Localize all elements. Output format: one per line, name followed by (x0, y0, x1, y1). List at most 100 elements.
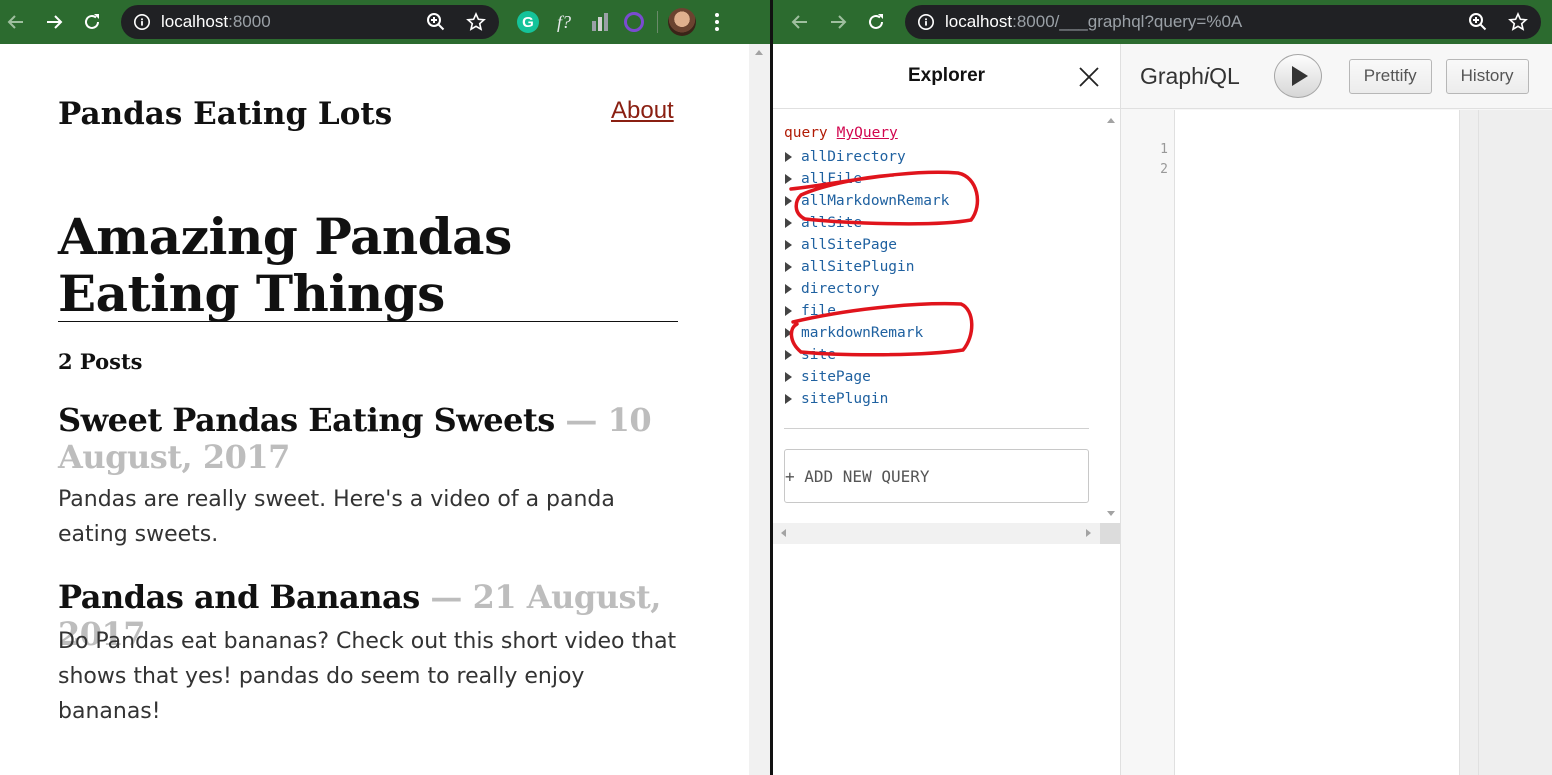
scroll-corner (1100, 523, 1120, 544)
about-link[interactable]: About (611, 97, 674, 125)
grammarly-extension-icon[interactable]: G (517, 11, 539, 33)
scroll-right-arrow-icon[interactable] (1086, 529, 1091, 537)
url-text: localhost:8000/___graphql?query=%0A (945, 12, 1243, 31)
explorer-field[interactable]: allDirectory (773, 146, 1103, 168)
explorer-scrollbar[interactable] (1103, 110, 1120, 524)
bars-extension-icon[interactable] (587, 9, 613, 35)
explorer-field-label[interactable]: allSitePlugin (801, 259, 915, 275)
info-icon (917, 13, 935, 31)
explorer-field-label[interactable]: allMarkdownRemark (801, 193, 949, 209)
post-title-text[interactable]: Sweet Pandas Eating Sweets (58, 401, 555, 439)
scroll-left-arrow-icon[interactable] (781, 529, 786, 537)
post-title[interactable]: Sweet Pandas Eating Sweets — 10 August, … (58, 402, 678, 476)
address-bar[interactable]: localhost:8000/___graphql?query=%0A (905, 5, 1541, 39)
expand-triangle-icon[interactable] (785, 174, 792, 184)
explorer-body: query MyQuery allDirectory allFile allMark… (773, 110, 1120, 524)
reload-icon (85, 14, 99, 29)
add-new-query-button[interactable]: + ADD NEW QUERY (784, 449, 1089, 503)
expand-triangle-icon[interactable] (785, 262, 792, 272)
back-arrow-icon (791, 15, 807, 29)
explorer-field[interactable]: allSitePage (773, 234, 1103, 256)
reload-button[interactable] (861, 7, 891, 37)
graphiql-app: Explorer query MyQuery allDirectory allFi… (773, 44, 1552, 775)
explorer-field[interactable]: site (773, 344, 1103, 366)
explorer-field-label[interactable]: site (801, 347, 836, 363)
explorer-field[interactable]: allFile (773, 168, 1103, 190)
history-button[interactable]: History (1445, 58, 1529, 94)
post-title-text[interactable]: Pandas and Bananas (58, 578, 420, 616)
forward-arrow-icon (831, 15, 847, 29)
expand-triangle-icon[interactable] (785, 218, 792, 228)
explorer-horizontal-scrollbar[interactable] (773, 523, 1120, 544)
query-name[interactable]: MyQuery (837, 125, 898, 141)
fx-extension-icon[interactable]: f? (551, 9, 577, 35)
address-bar[interactable]: localhost:8000 (121, 5, 499, 39)
scroll-down-arrow-icon[interactable] (1107, 511, 1115, 516)
back-button[interactable] (785, 7, 815, 37)
site-title[interactable]: Pandas Eating Lots (58, 96, 392, 132)
expand-triangle-icon[interactable] (785, 394, 792, 404)
menu-kebab-icon[interactable] (708, 13, 726, 31)
query-tree: query MyQuery allDirectory allFile allMark… (773, 120, 1103, 410)
close-icon[interactable] (1078, 66, 1100, 88)
explorer-divider (784, 428, 1089, 429)
explorer-field[interactable]: markdownRemark (773, 322, 1103, 344)
explorer-field-label[interactable]: allDirectory (801, 149, 906, 165)
explorer-field-label[interactable]: allSitePage (801, 237, 897, 253)
back-button[interactable] (1, 7, 31, 37)
explorer-field-label[interactable]: sitePlugin (801, 391, 888, 407)
browser-toolbar: localhost:8000 G f? (0, 0, 770, 44)
expand-triangle-icon[interactable] (785, 152, 792, 162)
explorer-field-label[interactable]: sitePage (801, 369, 871, 385)
forward-button[interactable] (823, 7, 853, 37)
line-number-gutter: 12 (1121, 110, 1175, 775)
url-text: localhost:8000 (161, 12, 271, 31)
expand-triangle-icon[interactable] (785, 350, 792, 360)
gatsby-extension-icon[interactable] (621, 9, 647, 35)
results-pane (1460, 110, 1552, 775)
explorer-panel: Explorer query MyQuery allDirectory allFi… (773, 44, 1121, 775)
bookmark-star-icon[interactable] (1507, 11, 1529, 33)
page-heading: Amazing Pandas Eating Things (58, 208, 678, 322)
posts-count: 2 Posts (58, 349, 143, 374)
explorer-field-label[interactable]: allSite (801, 215, 862, 231)
explorer-field-label[interactable]: allFile (801, 171, 862, 187)
forward-button[interactable] (39, 7, 69, 37)
execute-query-button[interactable] (1273, 54, 1322, 98)
explorer-field-label[interactable]: markdownRemark (801, 325, 923, 341)
prettify-button[interactable]: Prettify (1348, 58, 1432, 94)
expand-triangle-icon[interactable] (785, 372, 792, 382)
explorer-field[interactable]: allMarkdownRemark (773, 190, 1103, 212)
explorer-field[interactable]: directory (773, 278, 1103, 300)
explorer-field[interactable]: sitePlugin (773, 388, 1103, 410)
graphiql-main: GraphiQL Prettify History 12 (1121, 44, 1552, 775)
scroll-up-arrow-icon[interactable] (755, 50, 763, 55)
browser-toolbar: localhost:8000/___graphql?query=%0A (773, 0, 1552, 44)
forward-arrow-icon (47, 15, 63, 29)
explorer-field[interactable]: file (773, 300, 1103, 322)
explorer-field-label[interactable]: directory (801, 281, 880, 297)
explorer-header: Explorer (773, 44, 1120, 109)
graphiql-logo: GraphiQL (1140, 62, 1240, 89)
zoom-icon[interactable] (425, 11, 447, 33)
right-browser-window: localhost:8000/___graphql?query=%0A Expl… (773, 0, 1552, 775)
explorer-field[interactable]: sitePage (773, 366, 1103, 388)
expand-triangle-icon[interactable] (785, 196, 792, 206)
explorer-field[interactable]: allSite (773, 212, 1103, 234)
line-number: 2 (1160, 162, 1168, 177)
profile-avatar[interactable] (668, 8, 696, 36)
expand-triangle-icon[interactable] (785, 306, 792, 316)
reload-button[interactable] (77, 7, 107, 37)
bookmark-star-icon[interactable] (465, 11, 487, 33)
expand-triangle-icon[interactable] (785, 240, 792, 250)
blog-page: Pandas Eating Lots About Amazing Pandas … (0, 44, 749, 775)
explorer-field-label[interactable]: file (801, 303, 836, 319)
expand-triangle-icon[interactable] (785, 284, 792, 294)
query-editor[interactable]: 12 (1121, 110, 1460, 775)
scroll-up-arrow-icon[interactable] (1107, 118, 1115, 123)
expand-triangle-icon[interactable] (785, 328, 792, 338)
info-icon (133, 13, 151, 31)
page-scrollbar[interactable] (749, 44, 770, 775)
explorer-field[interactable]: allSitePlugin (773, 256, 1103, 278)
zoom-icon[interactable] (1467, 11, 1489, 33)
